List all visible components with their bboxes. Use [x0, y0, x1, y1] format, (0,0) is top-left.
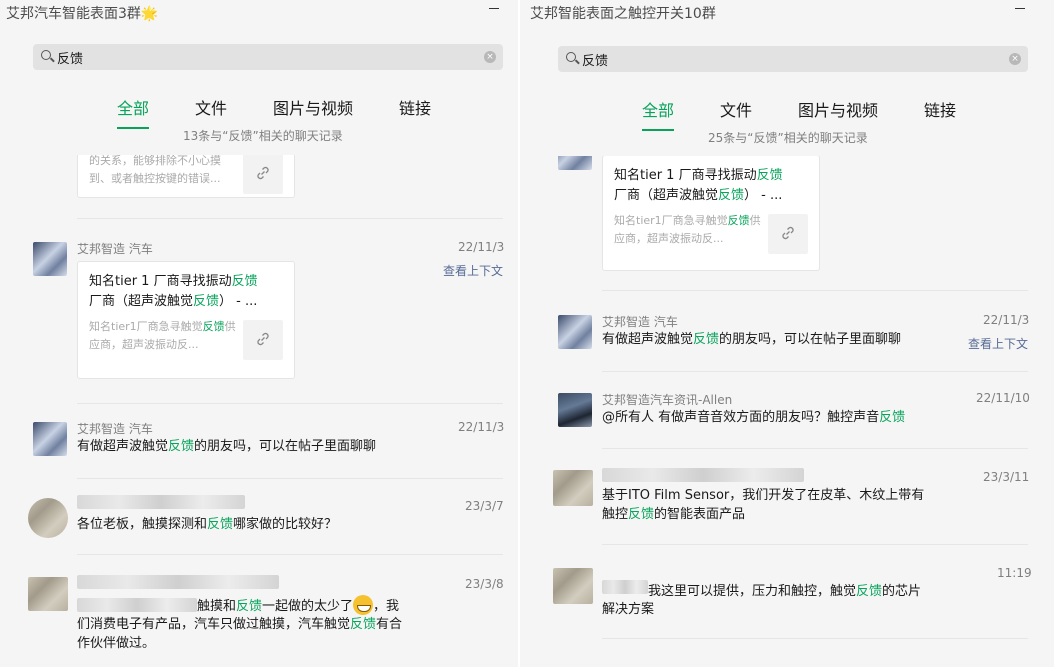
tab-all[interactable]: 全部: [642, 97, 675, 131]
message-text: @所有人 有做声音音效方面的朋友吗？触控声音反馈: [602, 410, 906, 425]
result-count: 25条与“反馈”相关的聊天记录: [708, 131, 868, 145]
card-description: 的关系，能够排除不小心摸到、或者触控按键的错误...: [89, 155, 221, 185]
tab-links[interactable]: 链接: [399, 95, 431, 123]
divider: [602, 544, 1028, 545]
avatar: [558, 315, 592, 349]
right-chat-search-window: 艾邦智能表面之触控开关10群 × 全部 文件 图片与视频 链接 25条与“反馈”…: [520, 0, 1054, 667]
message-text: 我这里可以提供，压力和触控，触觉反馈的芯片: [648, 584, 922, 599]
avatar: [33, 422, 67, 456]
filter-tabs: 全部 文件 图片与视频 链接: [642, 97, 1002, 131]
link-icon: [782, 226, 794, 240]
card-title: 知名tier 1 厂商寻找振动反馈 厂商（超声波触觉反馈） - ...: [89, 274, 258, 309]
divider: [602, 448, 1028, 449]
search-icon: [41, 50, 51, 60]
search-input[interactable]: [57, 47, 357, 67]
message-time: 22/11/3: [458, 420, 505, 434]
divider: [602, 371, 1028, 372]
card-description: 知名tier1厂商急寻触觉反馈供应商，超声波振动反...: [89, 320, 236, 351]
card-title: 知名tier 1 厂商寻找振动反馈 厂商（超声波触觉反馈） - ...: [614, 168, 783, 203]
tab-all[interactable]: 全部: [117, 95, 150, 129]
message-text: 有做超声波触觉反馈的朋友吗，可以在帖子里面聊聊: [602, 332, 902, 347]
divider: [602, 638, 1028, 639]
search-box: ×: [558, 46, 1028, 72]
message-text-continued: 们消费电子有产品，汽车只做过触摸，汽车触觉反馈有合 作伙伴做过。: [77, 617, 403, 651]
avatar: [558, 393, 592, 427]
card-description: 知名tier1厂商急寻触觉反馈供应商，超声波振动反...: [614, 214, 761, 245]
sender-name: 艾邦智造 汽车: [602, 315, 678, 329]
result-list: 知名tier 1 厂商寻找振动反馈 厂商（超声波触觉反馈） - ... 知名tie…: [520, 156, 1054, 667]
message-time: 22/11/3: [458, 240, 505, 254]
message-time: 22/11/10: [976, 391, 1030, 405]
message-text: 各位老板，触摸探测和反馈哪家做的比较好？: [77, 517, 338, 532]
view-context-link[interactable]: 查看上下文: [443, 262, 503, 279]
sender-name: 艾邦智造 汽车: [77, 242, 153, 256]
tab-files[interactable]: 文件: [720, 97, 752, 125]
minimize-button[interactable]: [484, 2, 504, 16]
redacted-text: [602, 580, 648, 594]
clear-search-icon[interactable]: ×: [484, 51, 496, 63]
sender-name: 艾邦智造 汽车: [77, 422, 153, 436]
filter-tabs: 全部 文件 图片与视频 链接: [117, 95, 477, 129]
minimize-button[interactable]: [1010, 2, 1030, 16]
window-title: 艾邦智能表面之触控开关10群: [530, 6, 716, 22]
message-time: 23/3/7: [465, 499, 504, 513]
divider: [77, 478, 503, 479]
message-text: 触摸和反馈一起做的太少了 ，我: [197, 595, 399, 616]
avatar: [28, 498, 68, 538]
link-icon: [257, 166, 269, 180]
link-card[interactable]: 知名tier 1 厂商寻找振动反馈 厂商（超声波触觉反馈） - ... 知名tie…: [602, 156, 820, 271]
link-icon: [257, 332, 269, 346]
search-box: ×: [33, 44, 503, 70]
message-text-continued: 解决方案: [602, 602, 655, 617]
avatar: [33, 242, 67, 276]
tab-media[interactable]: 图片与视频: [273, 95, 353, 123]
avatar: [553, 470, 593, 506]
message-time: 23/3/11: [983, 470, 1030, 484]
link-thumbnail: [768, 214, 808, 254]
result-count: 13条与“反馈”相关的聊天记录: [183, 129, 343, 143]
view-context-link[interactable]: 查看上下文: [968, 335, 1028, 352]
avatar: [558, 156, 592, 170]
sender-name-redacted: [602, 468, 804, 482]
link-card[interactable]: 的关系，能够排除不小心摸到、或者触控按键的错误...: [77, 155, 295, 198]
message-time: 11:19: [997, 566, 1032, 580]
sender-name-redacted: [77, 575, 279, 589]
message-text: 基于ITO Film Sensor，我们开发了在皮革、木纹上带有 触控反馈的智能表…: [602, 488, 925, 522]
message-text: 有做超声波触觉反馈的朋友吗，可以在帖子里面聊聊: [77, 439, 377, 454]
clear-search-icon[interactable]: ×: [1009, 53, 1021, 65]
window-title: 艾邦汽车智能表面3群🌟: [6, 6, 159, 22]
result-list: 的关系，能够排除不小心摸到、或者触控按键的错误... 艾邦智造 汽车 22/11…: [0, 155, 518, 667]
divider: [77, 403, 503, 404]
link-card[interactable]: 知名tier 1 厂商寻找振动反馈 厂商（超声波触觉反馈） - ... 知名tie…: [77, 261, 295, 379]
grinning-emoji-icon: [353, 595, 374, 615]
search-input[interactable]: [582, 49, 882, 69]
tab-links[interactable]: 链接: [924, 97, 956, 125]
divider: [602, 290, 1028, 291]
link-thumbnail: [243, 320, 283, 360]
divider: [77, 218, 503, 219]
link-thumbnail: [243, 155, 283, 194]
avatar: [553, 568, 593, 604]
sender-name: 艾邦智造汽车资讯-Allen: [602, 393, 733, 407]
divider: [77, 554, 503, 555]
tab-files[interactable]: 文件: [195, 95, 227, 123]
avatar: [28, 577, 68, 611]
left-chat-search-window: 艾邦汽车智能表面3群🌟 × 全部 文件 图片与视频 链接 13条与“反馈”相关的…: [0, 0, 518, 667]
search-icon: [566, 52, 576, 62]
message-time: 23/3/8: [465, 577, 504, 591]
redacted-text: [77, 598, 197, 612]
sender-name-redacted: [77, 495, 245, 509]
message-time: 22/11/3: [983, 313, 1030, 327]
tab-media[interactable]: 图片与视频: [798, 97, 878, 125]
